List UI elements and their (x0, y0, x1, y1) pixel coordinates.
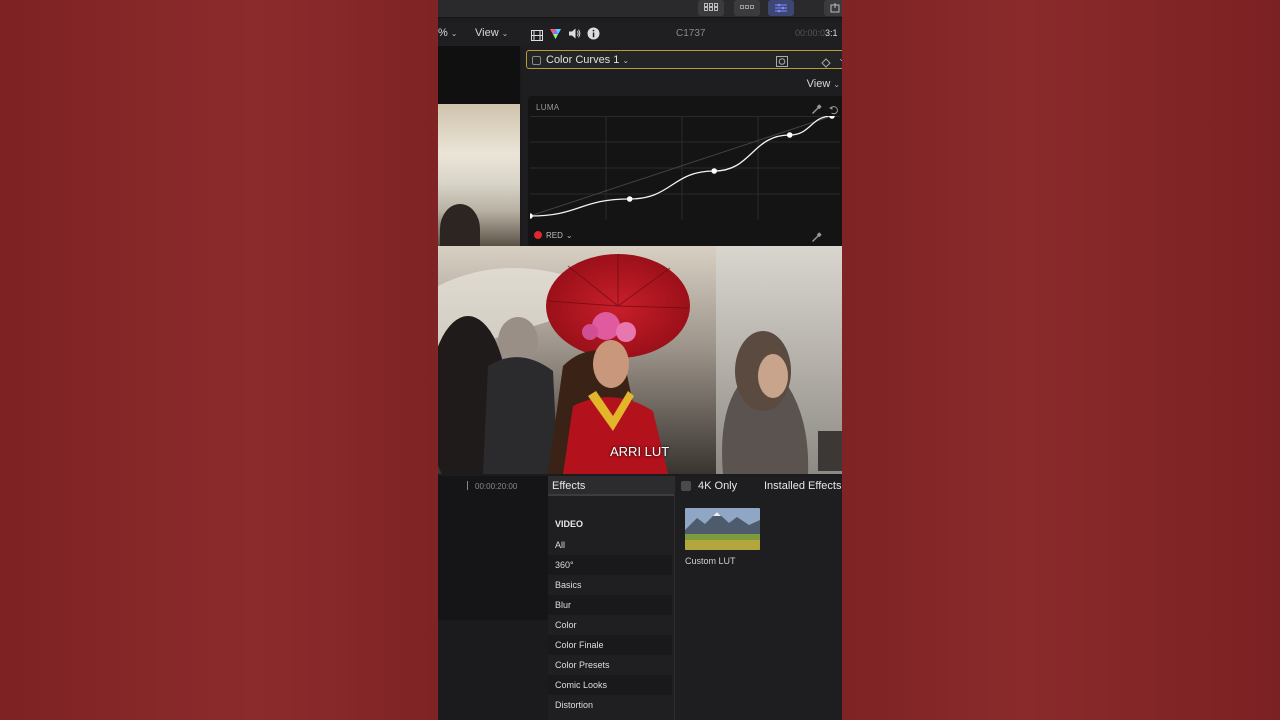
category-color-presets[interactable]: Color Presets (548, 655, 672, 675)
curve-control-point[interactable] (711, 168, 718, 174)
luma-curve-graph[interactable] (530, 116, 840, 220)
curve-control-point[interactable] (829, 116, 835, 119)
keyframe-diamond-icon[interactable] (821, 55, 831, 73)
curve-control-point[interactable] (626, 196, 633, 202)
4k-only-label: 4K Only (698, 480, 738, 492)
category-blur[interactable]: Blur (548, 595, 672, 615)
effects-grid: 4K Only Installed Effects Custom LUT (674, 476, 842, 720)
curves-panel: LUMA RED ⌄ (528, 96, 842, 246)
filmstrip-view-button[interactable] (734, 0, 760, 16)
browser-column (438, 46, 520, 246)
effects-sidebar: Effects VIDEO All 360° Basics Blur Color… (548, 476, 674, 720)
effects-grid-header: 4K Only Installed Effects (675, 476, 842, 496)
chevron-down-icon: ⌄ (450, 29, 458, 38)
curve-baseline (530, 116, 833, 217)
video-caption: ARRI LUT (610, 444, 670, 459)
zoom-menu[interactable]: % ⌄ (438, 27, 457, 39)
grid-view-button[interactable] (698, 0, 724, 16)
category-360[interactable]: 360° (548, 555, 672, 575)
chevron-down-icon: ⌄ (501, 29, 509, 38)
video-section-heading: VIDEO (555, 519, 584, 529)
chevron-down-icon[interactable]: ⌄ (838, 53, 842, 64)
color-inspector: Color Curves 1 ⌄ ⌄ View ⌄ LUMA RED ⌄ (522, 46, 842, 246)
view-menu[interactable]: View ⌄ (475, 27, 508, 39)
chevron-down-icon: ⌄ (565, 231, 573, 240)
curves-view-menu[interactable]: View ⌄ (807, 78, 840, 90)
chevron-down-icon: ⌄ (833, 80, 840, 89)
category-distortion[interactable]: Distortion (548, 695, 672, 715)
timeline-track-area[interactable] (438, 620, 548, 720)
viewer-header: % ⌄ View ⌄ C1737 00:00:03:1 (438, 22, 842, 46)
red-channel-menu[interactable]: RED ⌄ (534, 231, 573, 240)
timeline-panel[interactable]: 00:00:20:00 (438, 476, 548, 720)
custom-lut-name: Custom LUT (685, 556, 736, 566)
clip-name: C1737 (676, 28, 706, 39)
effect-enable-checkbox[interactable] (532, 56, 541, 65)
audio-inspector-icon[interactable] (568, 27, 581, 45)
mask-icon[interactable] (776, 54, 788, 72)
category-color-finale[interactable]: Color Finale (548, 635, 672, 655)
effect-name[interactable]: Color Curves 1 ⌄ (546, 54, 629, 66)
color-inspector-icon[interactable] (549, 27, 562, 45)
curve-control-point[interactable] (786, 132, 793, 138)
timeline-marker (467, 481, 468, 490)
effects-tab[interactable]: Effects (548, 476, 674, 496)
timecode-display: 00:00:03:1 (795, 28, 838, 38)
category-color[interactable]: Color (548, 615, 672, 635)
curve-control-point[interactable] (530, 213, 533, 219)
video-viewer[interactable]: ARRI LUT (438, 246, 842, 474)
luma-label: LUMA (536, 103, 560, 112)
category-comic-looks[interactable]: Comic Looks (548, 675, 672, 695)
share-button[interactable] (824, 0, 842, 16)
installed-effects-menu[interactable]: Installed Effects (764, 480, 841, 492)
timeline-timecode: 00:00:20:00 (475, 482, 518, 491)
category-all[interactable]: All (548, 535, 672, 555)
clip-thumbnail[interactable] (438, 104, 520, 246)
clip-thumbnail-subject (440, 204, 480, 246)
inspector-toggle-button[interactable] (768, 0, 794, 16)
film-icon[interactable] (531, 28, 543, 46)
chevron-down-icon: ⌄ (622, 56, 630, 65)
red-channel-dot (534, 231, 542, 239)
app-window: % ⌄ View ⌄ C1737 00:00:03:1 Color Curves 1… (438, 0, 842, 720)
category-basics[interactable]: Basics (548, 575, 672, 595)
custom-lut-thumbnail[interactable] (685, 508, 760, 550)
effect-selector[interactable]: Color Curves 1 ⌄ ⌄ (526, 50, 842, 69)
4k-only-checkbox[interactable] (681, 481, 691, 491)
top-toolbar (438, 0, 842, 18)
info-icon[interactable] (587, 27, 600, 45)
video-frame-image (438, 246, 842, 474)
